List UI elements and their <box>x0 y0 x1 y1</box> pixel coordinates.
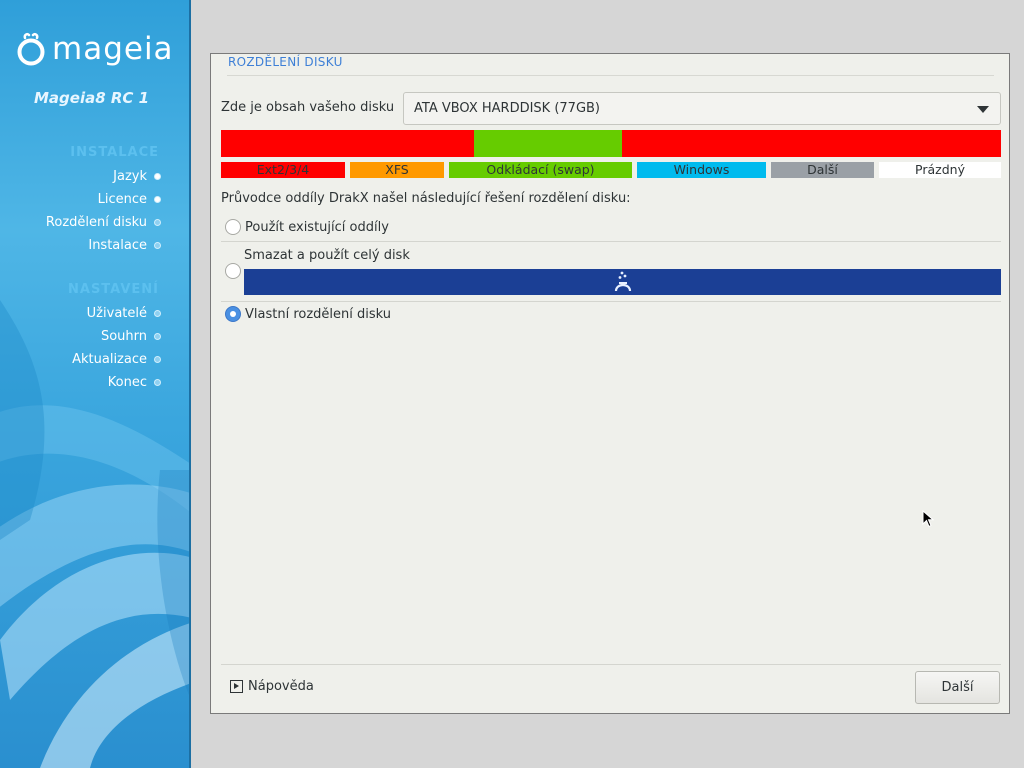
step-dot-icon <box>154 241 161 249</box>
partitioning-panel: ROZDĚLENÍ DISKU Zde je obsah vašeho disk… <box>210 53 1010 714</box>
partition-bar <box>221 130 1001 157</box>
radio-button[interactable] <box>225 219 241 235</box>
step-label: Rozdělení disku <box>45 214 147 230</box>
step-dot-icon <box>154 309 161 317</box>
option-use-existing[interactable]: Použít existující oddíly <box>225 219 389 235</box>
step-users: Uživatelé <box>87 304 161 322</box>
page-title: ROZDĚLENÍ DISKU <box>228 55 343 69</box>
help-label: Nápověda <box>248 679 314 694</box>
full-disk-bar <box>244 269 1001 295</box>
mageia-cauldron-icon <box>614 271 631 292</box>
sidebar: mageia Mageia8 RC 1 INSTALACE Jazyk Lice… <box>0 0 191 768</box>
step-done-dot-icon <box>154 172 161 180</box>
disk-select[interactable]: ATA VBOX HARDDISK (77GB) <box>403 92 1001 125</box>
legend-xfs: XFS <box>350 162 444 178</box>
expander-arrow-icon <box>230 680 243 693</box>
chevron-down-icon <box>977 106 989 113</box>
step-partitioning: Rozdělení disku <box>46 213 161 231</box>
partition-segment[interactable] <box>221 130 474 157</box>
step-language: Jazyk <box>113 167 161 185</box>
section-title-install: INSTALACE <box>70 145 159 160</box>
step-summary: Souhrn <box>101 327 161 345</box>
sidebar-edge <box>189 0 191 768</box>
option-erase-disk[interactable] <box>225 263 241 279</box>
legend-swap: Odkládací (swap) <box>449 162 632 178</box>
option-label: Smazat a použít celý disk <box>244 248 410 263</box>
step-license: Licence <box>98 190 161 208</box>
wizard-message: Průvodce oddíly DrakX našel následující … <box>221 191 631 206</box>
step-label: Konec <box>107 374 147 390</box>
logo-text: mageia <box>52 31 174 67</box>
option-divider <box>221 301 1001 302</box>
step-label: Aktualizace <box>72 351 147 367</box>
step-installation: Instalace <box>88 236 161 254</box>
option-label: Použít existující oddíly <box>245 219 389 235</box>
mageia-logo: mageia <box>16 32 174 66</box>
legend-other: Další <box>771 162 874 178</box>
title-divider <box>227 75 994 76</box>
sidebar-background-swoosh <box>0 300 191 768</box>
step-label: Instalace <box>88 237 147 253</box>
help-expander[interactable]: Nápověda <box>230 679 314 694</box>
step-dot-icon <box>154 355 161 363</box>
step-finish: Konec <box>108 373 161 391</box>
step-updates: Aktualizace <box>72 350 161 368</box>
legend-windows: Windows <box>637 162 766 178</box>
step-dot-icon <box>154 332 161 340</box>
legend-empty: Prázdný <box>879 162 1001 178</box>
legend-ext: Ext2/3/4 <box>221 162 345 178</box>
footer-divider <box>221 664 1001 665</box>
mageia-cauldron-icon <box>17 32 45 66</box>
step-label: Jazyk <box>113 168 147 184</box>
partition-segment[interactable] <box>474 130 622 157</box>
release-name: Mageia8 RC 1 <box>34 89 150 107</box>
option-label: Vlastní rozdělení disku <box>245 306 392 322</box>
next-button[interactable]: Další <box>915 671 1000 704</box>
section-title-config: NASTAVENÍ <box>68 282 159 297</box>
partition-segment[interactable] <box>622 130 1001 157</box>
step-label: Souhrn <box>100 328 147 344</box>
disk-label: Zde je obsah vašeho disku <box>221 100 395 115</box>
step-done-dot-icon <box>154 195 161 203</box>
partition-legend: Ext2/3/4 XFS Odkládací (swap) Windows Da… <box>221 162 1001 178</box>
step-label: Licence <box>97 191 147 207</box>
radio-button-selected[interactable] <box>225 306 241 322</box>
mouse-cursor-icon <box>922 510 934 528</box>
option-divider <box>221 241 1001 242</box>
step-dot-icon <box>154 378 161 386</box>
step-label: Uživatelé <box>86 305 147 321</box>
radio-button[interactable] <box>225 263 241 279</box>
step-dot-icon <box>154 218 161 226</box>
option-custom[interactable]: Vlastní rozdělení disku <box>225 306 391 322</box>
disk-select-value: ATA VBOX HARDDISK (77GB) <box>414 101 601 116</box>
